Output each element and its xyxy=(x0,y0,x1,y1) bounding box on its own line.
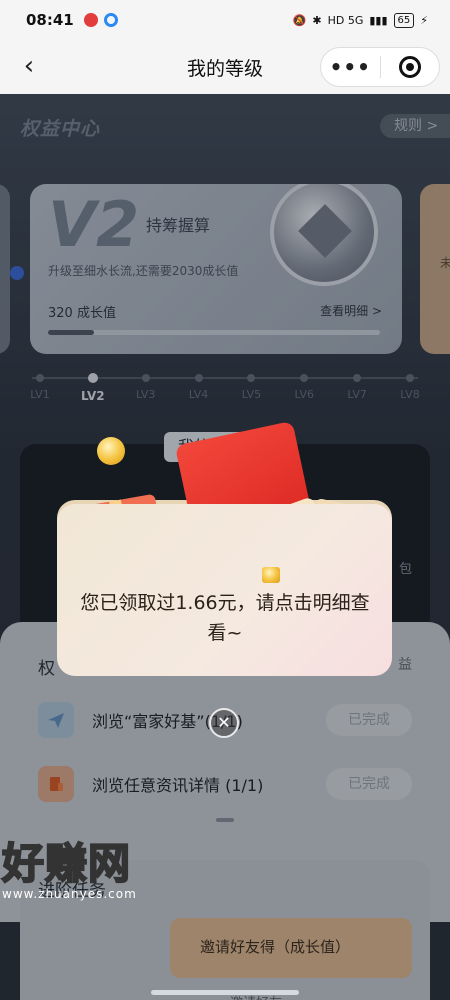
mini-program-capsule: ••• xyxy=(320,47,440,87)
close-mini-program-button[interactable] xyxy=(380,56,439,78)
popup-message: 您已领取过1.66元，请点击明细查看~ xyxy=(80,592,370,644)
app-notification-icon xyxy=(83,13,98,27)
battery-icon: 65 xyxy=(393,12,415,28)
status-time: 08:41 xyxy=(26,11,74,29)
signal-icon: ▮▮▮ xyxy=(369,13,388,27)
gold-bar-icon xyxy=(262,567,280,583)
app-notification-icon-2 xyxy=(103,13,118,27)
target-icon xyxy=(398,56,421,78)
home-indicator[interactable] xyxy=(151,990,299,995)
watermark-logo: 好赚网 xyxy=(1,838,132,889)
mute-icon: 🔕 xyxy=(292,13,307,27)
charging-icon: ⚡ xyxy=(420,13,428,27)
nav-bar: ‹ 我的等级 ••• xyxy=(0,40,450,94)
status-right: 🔕 ✱ HD 5G ▮▮▮ 65 ⚡ xyxy=(292,12,428,28)
reward-popup: 您已领取过1.66元，请点击明细查看~ xyxy=(57,504,392,676)
watermark-url: www.zhuanyes.com xyxy=(2,887,137,901)
network-indicator: HD 5G xyxy=(327,13,364,27)
popup-close-icon[interactable]: ✕ xyxy=(209,708,239,738)
gold-coin-icon xyxy=(97,437,125,465)
status-bar: 08:41 🔕 ✱ HD 5G ▮▮▮ 65 ⚡ xyxy=(0,0,450,40)
more-button[interactable]: ••• xyxy=(321,55,380,79)
watermark: 好赚网 www.zhuanyes.com xyxy=(1,830,137,901)
bluetooth-icon: ✱ xyxy=(312,13,322,27)
